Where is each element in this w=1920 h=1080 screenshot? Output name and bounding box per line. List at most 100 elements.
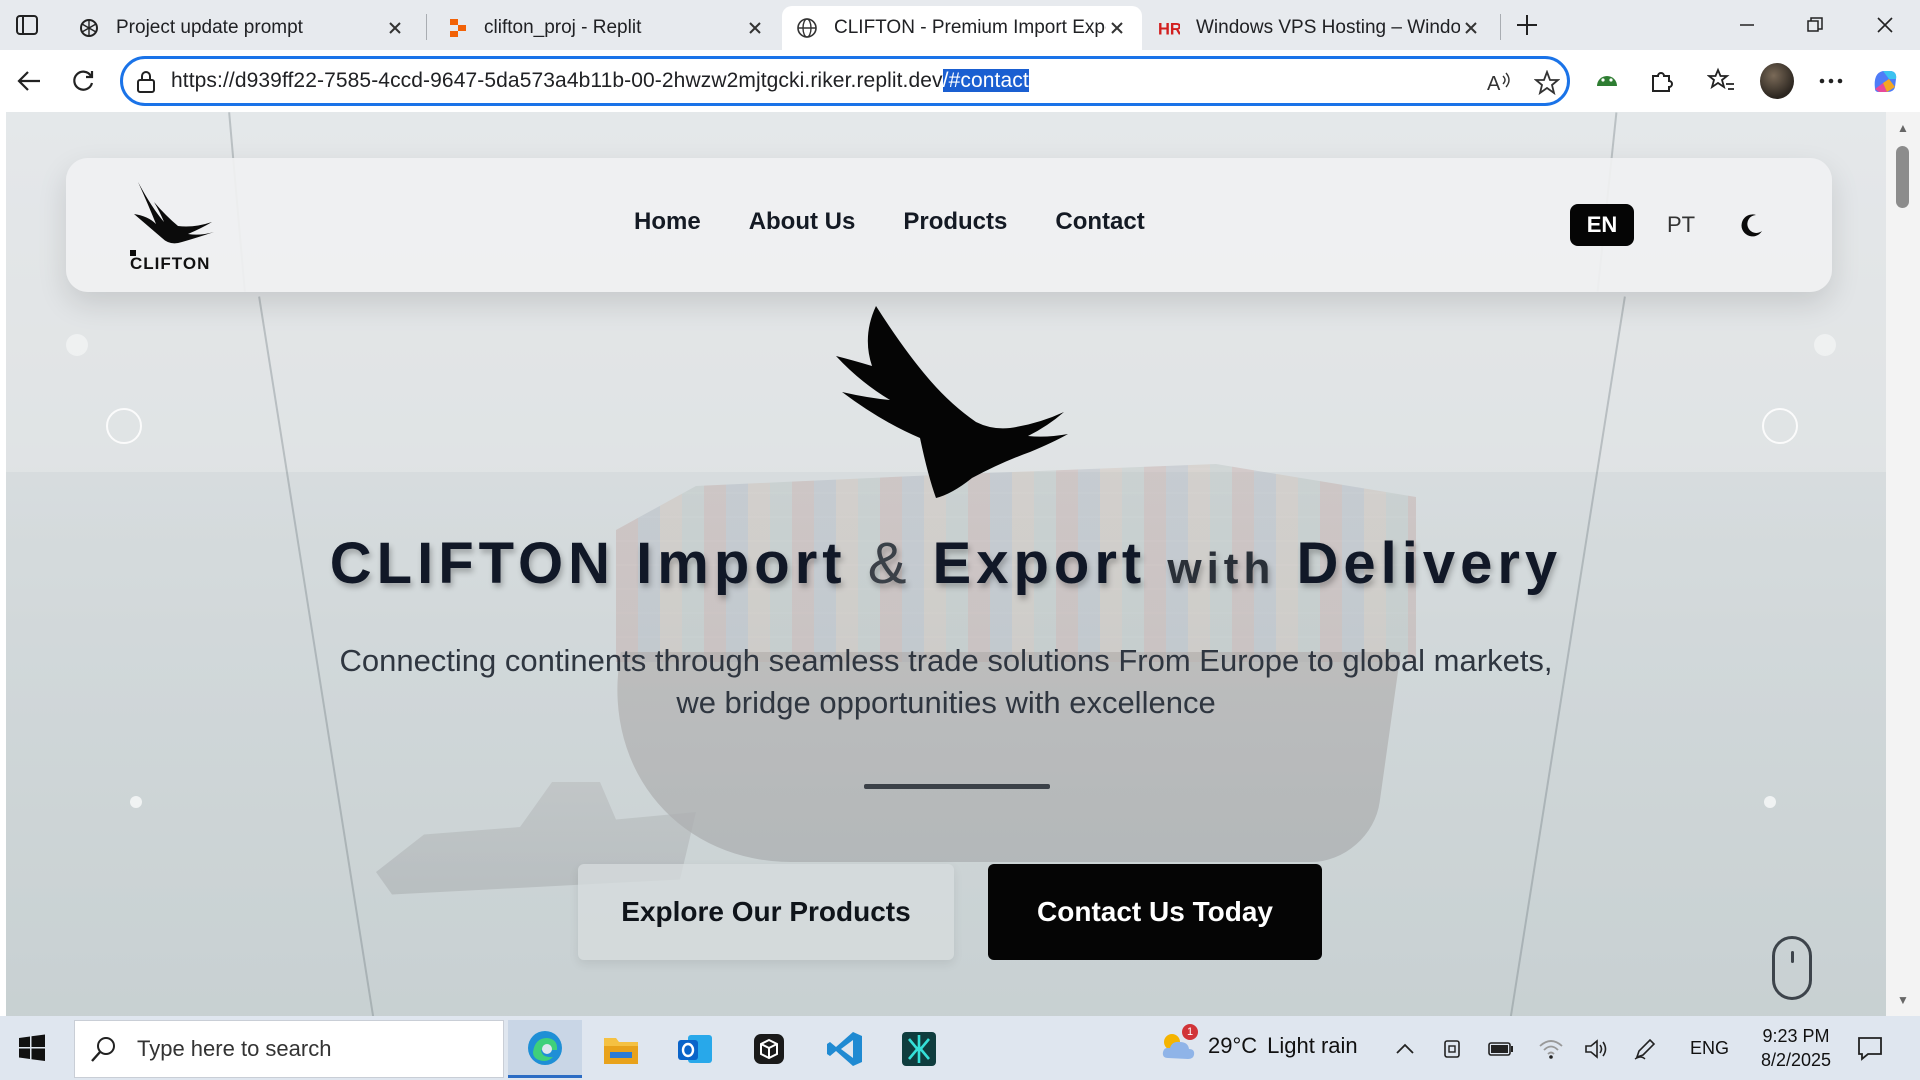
explore-products-button[interactable]: Explore Our Products [578, 864, 954, 960]
nav-contact[interactable]: Contact [1055, 208, 1144, 236]
refresh-icon[interactable] [66, 64, 100, 98]
favorite-star-icon[interactable] [1533, 69, 1561, 97]
close-icon[interactable] [1106, 17, 1128, 39]
hr-icon: HR [1158, 17, 1180, 39]
battery-icon[interactable] [1488, 1036, 1514, 1062]
globe-icon [796, 17, 818, 39]
nav-home[interactable]: Home [634, 208, 701, 236]
language-en-button[interactable]: EN [1570, 204, 1634, 246]
taskbar-vscode-icon[interactable] [808, 1020, 882, 1078]
page-scrollbar[interactable]: ▲ ▼ [1886, 112, 1920, 1016]
svg-text:A: A [1487, 73, 1501, 95]
hero-divider [864, 784, 1050, 789]
back-arrow-icon[interactable] [12, 64, 46, 98]
taskbar-file-explorer-icon[interactable] [584, 1020, 658, 1078]
copilot-icon[interactable] [1868, 64, 1902, 98]
taskbar-search[interactable]: Type here to search [74, 1020, 504, 1078]
decorative-circle [66, 334, 88, 356]
brand-wordmark: CLIFTON [130, 254, 211, 273]
nav-products[interactable]: Products [903, 208, 1007, 236]
site-navbar: CLIFTON Home About Us Products Contact E… [66, 158, 1832, 292]
tab-clifton[interactable]: CLIFTON - Premium Import Expor [782, 6, 1142, 50]
extension-android-icon[interactable] [1590, 64, 1624, 98]
tab-project-update[interactable]: Project update prompt [64, 6, 420, 50]
close-window-icon[interactable] [1860, 8, 1910, 42]
decorative-circle [1762, 408, 1798, 444]
lock-icon[interactable] [135, 70, 157, 94]
meet-now-icon[interactable] [1440, 1036, 1466, 1062]
close-icon[interactable] [384, 17, 406, 39]
close-icon[interactable] [1460, 17, 1482, 39]
hero-title-amp: & [867, 531, 912, 596]
moon-icon[interactable] [1734, 208, 1768, 242]
taskbar-teal-app-icon[interactable] [882, 1020, 956, 1078]
weather-widget[interactable]: 1 29°C Light rain [1158, 1024, 1358, 1064]
hero-title-delivery: Delivery [1296, 531, 1563, 596]
clock-time: 9:23 PM [1762, 1026, 1830, 1046]
tab-replit[interactable]: clifton_proj - Replit [432, 6, 780, 50]
page-viewport: CLIFTON Home About Us Products Contact E… [6, 112, 1886, 1016]
chevron-up-icon[interactable] [1392, 1036, 1418, 1062]
scroll-down-arrow-icon[interactable]: ▼ [1895, 992, 1911, 1008]
svg-text:HR: HR [1158, 20, 1180, 38]
read-aloud-icon[interactable]: A [1485, 69, 1513, 97]
weather-cloud-icon: 1 [1158, 1024, 1198, 1064]
tab-title: CLIFTON - Premium Import Expor [834, 17, 1106, 38]
more-menu-icon[interactable] [1814, 64, 1848, 98]
decorative-circle [1764, 796, 1776, 808]
search-placeholder: Type here to search [137, 1036, 332, 1061]
favorites-icon[interactable] [1704, 64, 1738, 98]
input-language[interactable]: ENG [1690, 1038, 1729, 1059]
decorative-circle [106, 408, 142, 444]
windows-taskbar: Type here to search 1 29°C Light rain EN… [0, 1016, 1920, 1080]
scroll-mouse-icon[interactable] [1772, 936, 1812, 1000]
taskbar-clock[interactable]: 9:23 PM 8/2/2025 [1748, 1024, 1844, 1072]
wifi-icon[interactable] [1538, 1036, 1564, 1062]
volume-icon[interactable] [1584, 1036, 1610, 1062]
profile-avatar[interactable] [1760, 63, 1794, 99]
notification-icon[interactable] [1856, 1034, 1884, 1062]
hero-title-brand: CLIFTON [329, 531, 616, 596]
decorative-circle [1814, 334, 1836, 356]
hero-title-with: with [1167, 544, 1276, 593]
hero-subtitle: Connecting continents through seamless t… [296, 640, 1596, 724]
hero-subtitle-line: Connecting continents through seamless t… [339, 643, 1553, 678]
minimize-icon[interactable] [1722, 8, 1772, 42]
taskbar-edge-icon[interactable] [508, 1020, 582, 1078]
language-pt-button[interactable]: PT [1656, 204, 1706, 246]
replit-icon [446, 17, 468, 39]
hero-title-export: Export [932, 531, 1147, 596]
tab-title: Project update prompt [116, 17, 303, 38]
tab-actions-icon[interactable] [14, 12, 40, 38]
extensions-puzzle-icon[interactable] [1644, 64, 1678, 98]
weather-alert-badge: 1 [1182, 1024, 1198, 1040]
windows-start-icon[interactable] [18, 1034, 46, 1062]
tab-separator [426, 14, 427, 40]
hero-title: CLIFTON Import & Export with Delivery [6, 530, 1886, 597]
url-text[interactable]: https://d939ff22-7585-4ccd-9647-5da573a4… [171, 69, 1029, 93]
taskbar-outlook-icon[interactable] [658, 1020, 732, 1078]
openai-icon [78, 17, 100, 39]
url-main: https://d939ff22-7585-4ccd-9647-5da573a4… [171, 69, 943, 92]
hero-title-import: Import [636, 531, 847, 596]
contact-us-button[interactable]: Contact Us Today [988, 864, 1322, 960]
tab-title: Windows VPS Hosting – Windows [1196, 17, 1460, 38]
decorative-circle [130, 796, 142, 808]
tab-separator [1500, 14, 1501, 40]
tab-windows-vps[interactable]: HR Windows VPS Hosting – Windows [1144, 6, 1496, 50]
pen-icon[interactable] [1632, 1036, 1658, 1062]
scrollbar-thumb[interactable] [1896, 146, 1909, 208]
nav-links: Home About Us Products Contact [634, 208, 1145, 236]
restore-icon[interactable] [1790, 8, 1840, 42]
scroll-up-arrow-icon[interactable]: ▲ [1895, 120, 1911, 136]
close-icon[interactable] [744, 17, 766, 39]
hero-eagle-logo [836, 306, 1068, 498]
browser-tab-strip: Project update prompt clifton_proj - Rep… [0, 0, 1920, 50]
tab-title: clifton_proj - Replit [484, 17, 642, 38]
taskbar-cube-app-icon[interactable] [732, 1020, 806, 1078]
nav-about[interactable]: About Us [749, 208, 856, 236]
browser-toolbar: https://d939ff22-7585-4ccd-9647-5da573a4… [0, 50, 1920, 140]
new-tab-icon[interactable] [1512, 10, 1542, 40]
weather-desc: Light rain [1267, 1033, 1358, 1058]
address-bar[interactable]: https://d939ff22-7585-4ccd-9647-5da573a4… [120, 56, 1570, 106]
